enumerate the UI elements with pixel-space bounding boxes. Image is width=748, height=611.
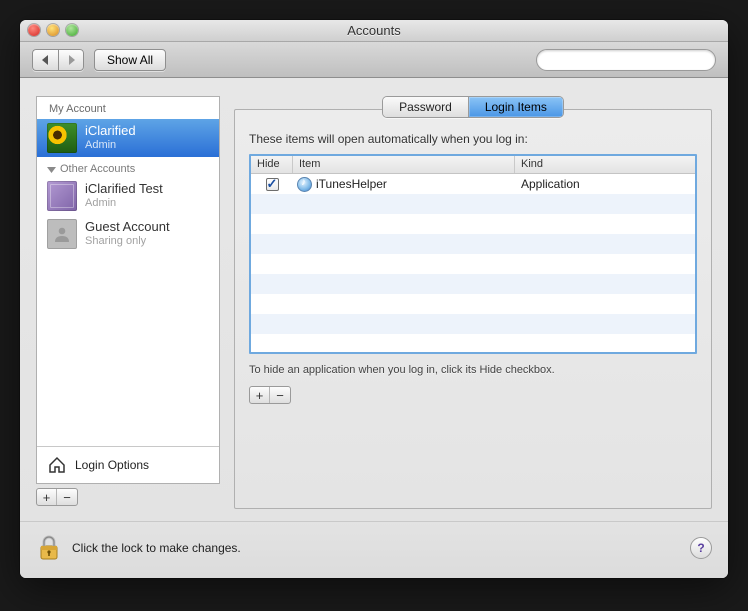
item-kind: Application bbox=[515, 177, 695, 191]
itunes-icon bbox=[297, 177, 312, 192]
table-row bbox=[251, 314, 695, 334]
col-item[interactable]: Item bbox=[293, 156, 515, 173]
footer: Click the lock to make changes. ? bbox=[20, 521, 728, 578]
col-kind[interactable]: Kind bbox=[515, 156, 695, 173]
toolbar: Show All bbox=[20, 42, 728, 78]
search-input[interactable] bbox=[549, 52, 708, 68]
search-field-wrap[interactable] bbox=[536, 49, 716, 71]
table-row bbox=[251, 294, 695, 314]
sidebar-section-other: Other Accounts bbox=[37, 157, 219, 177]
account-name: iClarified bbox=[85, 124, 136, 139]
table-row bbox=[251, 194, 695, 214]
account-role: Admin bbox=[85, 197, 163, 210]
login-items-panel: These items will open automatically when… bbox=[234, 109, 712, 509]
lock-icon[interactable] bbox=[36, 534, 62, 562]
minimize-icon[interactable] bbox=[47, 24, 59, 36]
body: My Account iClarified Admin Other Accoun… bbox=[20, 78, 728, 521]
sidebar-section-my-account: My Account bbox=[37, 97, 219, 119]
table-row bbox=[251, 254, 695, 274]
home-icon bbox=[47, 455, 67, 475]
avatar-icon bbox=[47, 219, 77, 249]
close-icon[interactable] bbox=[28, 24, 40, 36]
account-role: Admin bbox=[85, 139, 136, 152]
col-hide[interactable]: Hide bbox=[251, 156, 293, 173]
nav-segment bbox=[32, 49, 84, 71]
table-row bbox=[251, 214, 695, 234]
account-role: Sharing only bbox=[85, 235, 170, 248]
main-column: Password Login Items These items will op… bbox=[234, 96, 712, 509]
sidebar-item-iclarified-test[interactable]: iClarified Test Admin bbox=[37, 177, 219, 215]
tab-bar: Password Login Items bbox=[382, 96, 564, 118]
item-add-remove: + − bbox=[249, 386, 291, 404]
lock-text: Click the lock to make changes. bbox=[72, 541, 241, 555]
remove-item-button[interactable]: − bbox=[270, 387, 290, 403]
table-row bbox=[251, 334, 695, 352]
titlebar: Accounts bbox=[20, 20, 728, 42]
account-name: Guest Account bbox=[85, 220, 170, 235]
hide-hint: To hide an application when you log in, … bbox=[249, 364, 697, 376]
person-icon bbox=[52, 224, 72, 244]
add-item-button[interactable]: + bbox=[250, 387, 270, 403]
table-body: iTunesHelper Application bbox=[251, 174, 695, 352]
login-options-label: Login Options bbox=[75, 458, 149, 472]
forward-button[interactable] bbox=[58, 49, 84, 71]
sidebar-item-guest[interactable]: Guest Account Sharing only bbox=[37, 215, 219, 253]
disclosure-down-icon bbox=[47, 165, 56, 174]
remove-account-button[interactable]: − bbox=[57, 489, 77, 505]
zoom-icon[interactable] bbox=[66, 24, 78, 36]
window-controls bbox=[28, 24, 78, 36]
add-account-button[interactable]: + bbox=[37, 489, 57, 505]
help-button[interactable]: ? bbox=[690, 537, 712, 559]
show-all-button[interactable]: Show All bbox=[94, 49, 166, 71]
avatar-icon bbox=[47, 181, 77, 211]
sidebar-item-iclarified[interactable]: iClarified Admin bbox=[37, 119, 219, 157]
login-items-desc: These items will open automatically when… bbox=[249, 132, 697, 146]
sidebar-column: My Account iClarified Admin Other Accoun… bbox=[36, 96, 220, 509]
accounts-window: Accounts Show All My Accoun bbox=[20, 20, 728, 578]
login-options-row[interactable]: Login Options bbox=[37, 446, 219, 483]
table-row bbox=[251, 234, 695, 254]
item-name: iTunesHelper bbox=[316, 177, 387, 191]
tab-password[interactable]: Password bbox=[383, 97, 469, 117]
tab-login-items[interactable]: Login Items bbox=[469, 97, 563, 117]
avatar-icon bbox=[47, 123, 77, 153]
accounts-sidebar: My Account iClarified Admin Other Accoun… bbox=[36, 96, 220, 484]
hide-checkbox[interactable] bbox=[266, 178, 279, 191]
table-row[interactable]: iTunesHelper Application bbox=[251, 174, 695, 194]
table-header: Hide Item Kind bbox=[251, 156, 695, 174]
account-name: iClarified Test bbox=[85, 182, 163, 197]
login-items-table[interactable]: Hide Item Kind iTunesHelper bbox=[249, 154, 697, 354]
back-button[interactable] bbox=[32, 49, 58, 71]
window-title: Accounts bbox=[20, 23, 728, 38]
table-row bbox=[251, 274, 695, 294]
account-add-remove: + − bbox=[36, 488, 78, 506]
